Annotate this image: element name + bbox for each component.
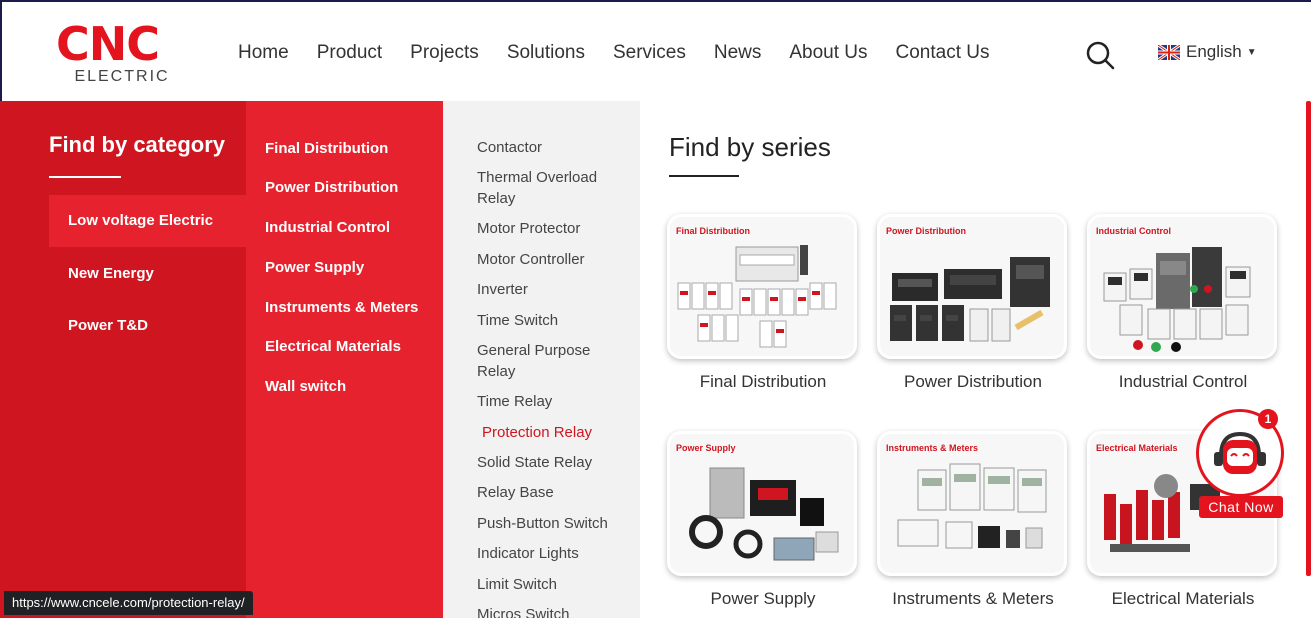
chat-now-button[interactable]: Chat Now: [1199, 496, 1283, 518]
series-title-underline: [669, 175, 739, 177]
subcategory-electrical-materials[interactable]: Electrical Materials: [265, 338, 401, 355]
series-card-final-distribution[interactable]: Final Distribution: [667, 214, 857, 359]
product-thermal-overload-relay[interactable]: Thermal Overload Relay: [477, 167, 627, 209]
product-general-purpose-relay[interactable]: General Purpose Relay: [477, 340, 627, 382]
nav-about-us[interactable]: About Us: [789, 42, 867, 64]
caret-down-icon: ▼: [1246, 46, 1257, 58]
breaker-product-image: [677, 245, 837, 348]
power-supply-product-image: [689, 467, 839, 561]
meters-product-image: [897, 463, 1047, 549]
search-icon[interactable]: [1084, 39, 1116, 71]
chat-notification-badge: 1: [1258, 409, 1278, 429]
nav-services[interactable]: Services: [613, 42, 686, 64]
menu-scrollbar[interactable]: [1306, 101, 1311, 576]
series-card-industrial-control[interactable]: Industrial Control: [1087, 214, 1277, 359]
product-time-relay[interactable]: Time Relay: [477, 391, 627, 412]
nav-contact-us[interactable]: Contact Us: [896, 42, 990, 64]
nav-solutions[interactable]: Solutions: [507, 42, 585, 64]
nav-projects[interactable]: Projects: [410, 42, 479, 64]
site-header: CNC ELECTRIC Home Product Projects Solut…: [0, 0, 1311, 101]
nav-news[interactable]: News: [714, 42, 762, 64]
category-title: Find by category: [49, 132, 226, 157]
category-power-td[interactable]: Power T&D: [49, 300, 246, 352]
series-name-power-supply[interactable]: Power Supply: [658, 589, 868, 609]
product-push-button-switch[interactable]: Push-Button Switch: [477, 513, 627, 534]
nav-product[interactable]: Product: [317, 42, 382, 64]
logo-subtitle: ELECTRIC: [74, 68, 170, 85]
cnc-logo[interactable]: CNC ELECTRIC: [56, 17, 196, 88]
product-motor-controller[interactable]: Motor Controller: [477, 249, 627, 270]
uk-flag-icon: [1157, 43, 1181, 61]
language-label: English: [1186, 42, 1242, 61]
subcategory-wall-switch[interactable]: Wall switch: [265, 378, 346, 395]
product-limit-switch[interactable]: Limit Switch: [477, 574, 627, 595]
series-card-power-distribution[interactable]: Power Distribution: [877, 214, 1067, 359]
product-solid-state-relay[interactable]: Solid State Relay: [477, 452, 627, 473]
nav-home[interactable]: Home: [238, 42, 289, 64]
series-name-electrical-materials[interactable]: Electrical Materials: [1078, 589, 1288, 609]
power-distribution-product-image: [890, 257, 1050, 342]
series-title: Find by series: [669, 132, 831, 162]
category-title-underline: [49, 176, 121, 178]
product-motor-protector[interactable]: Motor Protector: [477, 218, 627, 239]
chat-widget[interactable]: 1 Chat Now: [1196, 409, 1286, 519]
series-card-power-supply[interactable]: Power Supply: [667, 431, 857, 576]
product-contactor[interactable]: Contactor: [477, 137, 627, 158]
industrial-control-product-image: [1103, 247, 1251, 352]
category-column: [0, 101, 246, 618]
product-inverter[interactable]: Inverter: [477, 279, 627, 300]
series-name-instruments-meters[interactable]: Instruments & Meters: [868, 589, 1078, 609]
main-nav: Home Product Projects Solutions Services…: [238, 42, 1018, 64]
series-name-industrial-control[interactable]: Industrial Control: [1078, 372, 1288, 392]
series-card-instruments-meters[interactable]: Instruments & Meters: [877, 431, 1067, 576]
status-bar-url: https://www.cncele.com/protection-relay/: [4, 591, 253, 615]
product-indicator-lights[interactable]: Indicator Lights: [477, 543, 627, 564]
product-protection-relay[interactable]: Protection Relay: [482, 422, 632, 443]
product-micros-switch[interactable]: Micros Switch: [477, 604, 627, 618]
subcategory-final-distribution[interactable]: Final Distribution: [265, 140, 388, 157]
subcategory-industrial-control[interactable]: Industrial Control: [265, 219, 390, 236]
language-selector[interactable]: English ▼: [1157, 42, 1257, 62]
series-name-final-distribution[interactable]: Final Distribution: [658, 372, 868, 392]
product-relay-base[interactable]: Relay Base: [477, 482, 627, 503]
logo-wordmark: CNC: [56, 17, 160, 71]
subcategory-power-distribution[interactable]: Power Distribution: [265, 179, 398, 196]
subcategory-power-supply[interactable]: Power Supply: [265, 259, 364, 276]
product-time-switch[interactable]: Time Switch: [477, 310, 627, 331]
series-name-power-distribution[interactable]: Power Distribution: [868, 372, 1078, 392]
subcategory-instruments-meters[interactable]: Instruments & Meters: [265, 299, 418, 316]
category-low-voltage[interactable]: Low voltage Electric: [49, 195, 246, 247]
category-new-energy[interactable]: New Energy: [49, 248, 246, 300]
